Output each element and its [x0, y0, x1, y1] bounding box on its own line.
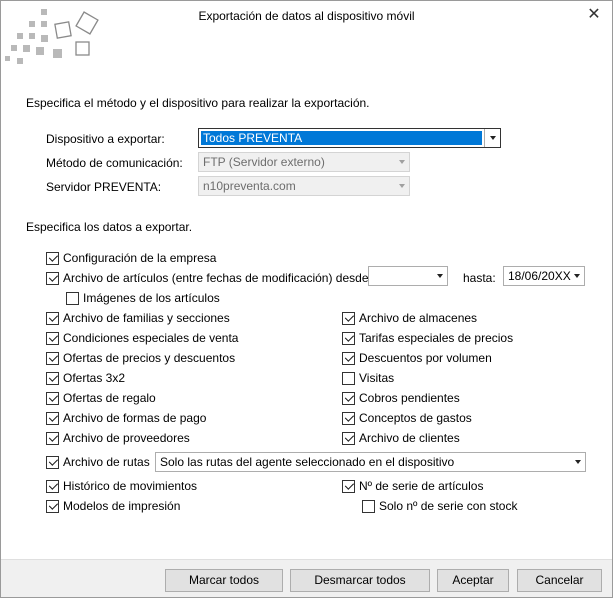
checkbox-expense-concepts[interactable]: Conceptos de gastos: [342, 410, 472, 426]
checkbox-price-offers[interactable]: Ofertas de precios y descuentos: [46, 350, 235, 366]
date-from-value: [371, 269, 375, 283]
dialog-footer: Marcar todos Desmarcar todos Aceptar Can…: [1, 559, 612, 597]
checkbox-volume-discounts[interactable]: Descuentos por volumen: [342, 350, 492, 366]
chevron-down-icon[interactable]: [484, 129, 500, 147]
device-select[interactable]: Todos PREVENTA: [198, 128, 501, 148]
checkbox-label: Archivo de rutas: [63, 455, 150, 469]
mark-all-button[interactable]: Marcar todos: [165, 569, 283, 592]
method-label: Método de comunicación:: [46, 156, 183, 170]
method-select-value: FTP (Servidor externo): [203, 155, 325, 169]
checkbox-box[interactable]: [46, 371, 59, 385]
checkbox-box[interactable]: [66, 291, 79, 305]
checkbox-label: Ofertas 3x2: [63, 371, 126, 385]
checkbox-gift-offers[interactable]: Ofertas de regalo: [46, 390, 156, 406]
date-from-select[interactable]: [368, 266, 448, 286]
checkbox-box[interactable]: [342, 371, 355, 385]
checkbox-special-conditions[interactable]: Condiciones especiales de venta: [46, 330, 238, 346]
checkbox-label: Condiciones especiales de venta: [63, 331, 239, 345]
checkbox-label: Archivo de almacenes: [359, 311, 478, 325]
checkbox-serial-numbers[interactable]: Nº de serie de artículos: [342, 478, 483, 494]
checkbox-box[interactable]: [46, 455, 59, 469]
checkbox-box[interactable]: [342, 411, 355, 425]
device-label: Dispositivo a exportar:: [46, 132, 165, 146]
checkbox-box[interactable]: [342, 351, 355, 365]
checkbox-box[interactable]: [342, 311, 355, 325]
checkbox-suppliers[interactable]: Archivo de proveedores: [46, 430, 190, 446]
checkbox-label: Archivo de formas de pago: [63, 411, 207, 425]
checkbox-label: Conceptos de gastos: [359, 411, 472, 425]
checkbox-articles[interactable]: Archivo de artículos (entre fechas de mo…: [46, 270, 372, 286]
checkbox-routes[interactable]: Archivo de rutas: [46, 454, 150, 470]
server-select: n10preventa.com: [198, 176, 410, 196]
checkbox-box[interactable]: [46, 431, 59, 445]
checkbox-box[interactable]: [46, 411, 59, 425]
checkbox-label: Nº de serie de artículos: [359, 479, 484, 493]
checkbox-special-rates[interactable]: Tarifas especiales de precios: [342, 330, 513, 346]
unmark-all-button[interactable]: Desmarcar todos: [290, 569, 430, 592]
export-dialog: Exportación de datos al dispositivo móvi…: [0, 0, 613, 598]
checkbox-label: Histórico de movimientos: [63, 479, 198, 493]
chevron-down-icon[interactable]: [568, 267, 584, 285]
routes-select-value: Solo las rutas del agente seleccionado e…: [160, 455, 455, 469]
checkbox-label: Archivo de familias y secciones: [63, 311, 230, 325]
data-section-heading: Especifica los datos a exportar.: [26, 220, 193, 234]
chevron-down-icon[interactable]: [569, 453, 585, 471]
checkbox-label: Ofertas de regalo: [63, 391, 156, 405]
date-to-value: 18/06/20XX: [508, 269, 571, 283]
accept-button[interactable]: Aceptar: [437, 569, 509, 592]
checkbox-box[interactable]: [342, 431, 355, 445]
checkbox-box[interactable]: [46, 479, 59, 493]
method-select: FTP (Servidor externo): [198, 152, 410, 172]
checkbox-box[interactable]: [46, 351, 59, 365]
checkbox-label: Solo nº de serie con stock: [379, 499, 518, 513]
checkbox-label: Modelos de impresión: [63, 499, 181, 513]
checkbox-warehouses[interactable]: Archivo de almacenes: [342, 310, 477, 326]
dialog-content: Especifica el método y el dispositivo pa…: [1, 1, 612, 559]
checkbox-label: Tarifas especiales de precios: [359, 331, 514, 345]
checkbox-visits[interactable]: Visitas: [342, 370, 394, 386]
checkbox-label: Descuentos por volumen: [359, 351, 492, 365]
checkbox-box[interactable]: [46, 331, 59, 345]
checkbox-clients[interactable]: Archivo de clientes: [342, 430, 460, 446]
date-to-select[interactable]: 18/06/20XX: [503, 266, 585, 286]
checkbox-label: Visitas: [359, 371, 395, 385]
chevron-down-icon[interactable]: [431, 267, 447, 285]
checkbox-families[interactable]: Archivo de familias y secciones: [46, 310, 230, 326]
date-to-label: hasta:: [463, 271, 496, 285]
checkbox-history[interactable]: Histórico de movimientos: [46, 478, 197, 494]
checkbox-config[interactable]: Configuración de la empresa: [46, 250, 216, 266]
checkbox-box[interactable]: [46, 311, 59, 325]
checkbox-label: Imágenes de los artículos: [83, 291, 220, 305]
checkbox-box[interactable]: [342, 391, 355, 405]
checkbox-box[interactable]: [46, 271, 59, 285]
checkbox-box[interactable]: [46, 499, 59, 513]
checkbox-label: Configuración de la empresa: [63, 251, 217, 265]
checkbox-print-models[interactable]: Modelos de impresión: [46, 498, 180, 514]
device-select-value: Todos PREVENTA: [201, 131, 482, 145]
checkbox-label: Ofertas de precios y descuentos: [63, 351, 236, 365]
checkbox-label: Archivo de artículos (entre fechas de mo…: [63, 271, 372, 285]
checkbox-label: Cobros pendientes: [359, 391, 460, 405]
checkbox-offers-3x2[interactable]: Ofertas 3x2: [46, 370, 125, 386]
method-section-heading: Especifica el método y el dispositivo pa…: [26, 96, 370, 110]
checkbox-box[interactable]: [342, 479, 355, 493]
checkbox-label: Archivo de clientes: [359, 431, 460, 445]
chevron-down-icon: [393, 177, 409, 195]
routes-select[interactable]: Solo las rutas del agente seleccionado e…: [155, 452, 586, 472]
server-label: Servidor PREVENTA:: [46, 180, 162, 194]
cancel-button[interactable]: Cancelar: [517, 569, 602, 592]
checkbox-box[interactable]: [46, 391, 59, 405]
checkbox-box[interactable]: [342, 331, 355, 345]
chevron-down-icon: [393, 153, 409, 171]
checkbox-payment-methods[interactable]: Archivo de formas de pago: [46, 410, 206, 426]
checkbox-box[interactable]: [362, 499, 375, 513]
checkbox-serial-with-stock[interactable]: Solo nº de serie con stock: [362, 498, 517, 514]
checkbox-label: Archivo de proveedores: [63, 431, 190, 445]
checkbox-box[interactable]: [46, 251, 59, 265]
checkbox-pending-collections[interactable]: Cobros pendientes: [342, 390, 460, 406]
checkbox-article-images[interactable]: Imágenes de los artículos: [66, 290, 220, 306]
server-select-value: n10preventa.com: [203, 179, 296, 193]
